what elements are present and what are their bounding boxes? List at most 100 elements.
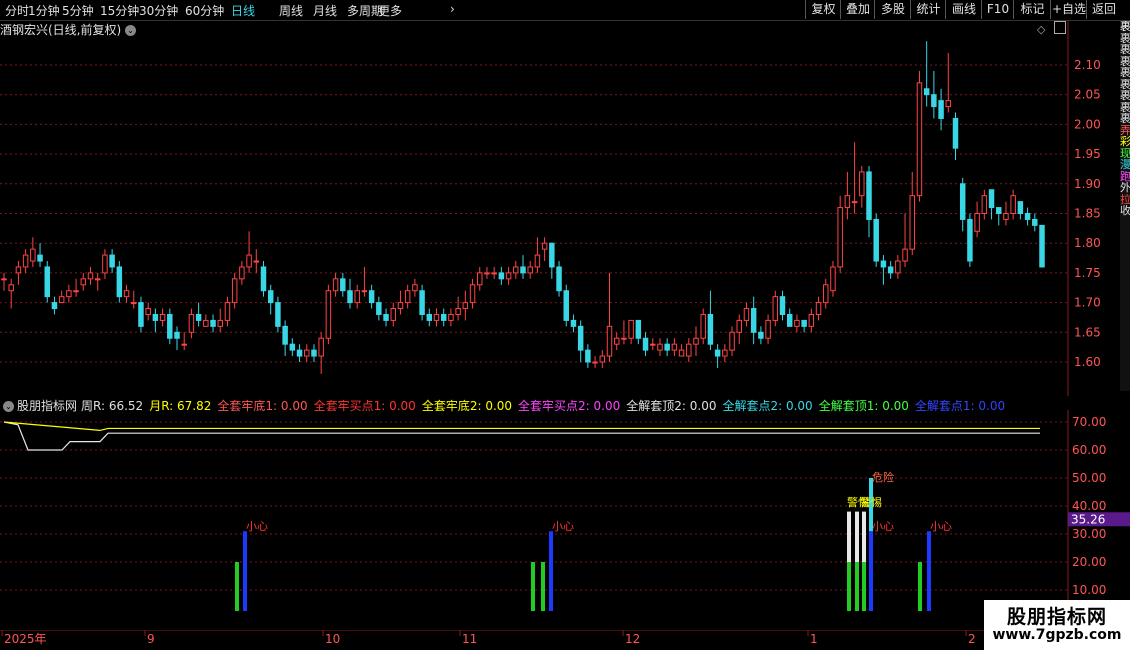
candle-body (830, 266, 836, 292)
period-tab[interactable]: 周线 (279, 2, 303, 19)
price-tick-label: 1.90 (1074, 177, 1101, 191)
date-label: 9 (147, 632, 155, 646)
candle-body (477, 272, 483, 286)
period-tab[interactable]: 15分钟 (100, 2, 139, 19)
candle-body (275, 302, 281, 327)
candle-body (340, 278, 346, 292)
period-tab[interactable]: 月线 (313, 2, 337, 19)
candle-body (916, 82, 923, 197)
candle-body (44, 266, 50, 298)
period-tab[interactable]: 1分钟 (28, 2, 60, 19)
candle-body (354, 290, 360, 304)
candle-body (1032, 218, 1038, 226)
candle-body (73, 290, 79, 293)
toolbar-button[interactable]: 统计 (910, 0, 946, 19)
candle-body (325, 290, 332, 339)
candle-body (959, 183, 966, 220)
candle-body (296, 349, 303, 357)
side-text-char: 裹 (1120, 55, 1130, 67)
candle-body (419, 290, 425, 315)
candle-body (282, 325, 288, 345)
candle-body (246, 254, 252, 268)
period-tab[interactable]: 日线 (231, 2, 255, 19)
candle-body (505, 272, 512, 280)
toolbar-button[interactable]: 标记 (1013, 0, 1051, 19)
toolbar-button[interactable]: 复权 (805, 0, 841, 19)
toolbar-button[interactable]: F10 (981, 0, 1014, 19)
toolbar-button[interactable]: 叠加 (840, 0, 875, 19)
candle-body (376, 302, 382, 315)
candle-body (37, 254, 43, 262)
candle-body (628, 319, 634, 339)
candle-body (621, 337, 627, 340)
candle-body (549, 242, 555, 268)
side-text-char: 裹 (1120, 32, 1130, 44)
price-tick-label: 1.75 (1074, 266, 1101, 280)
chevron-right-icon[interactable]: › (450, 2, 455, 16)
candle-body (707, 313, 714, 345)
candle-body (87, 272, 94, 280)
price-chart[interactable]: 2.10 2.05 2.00 1.95 1.90 1.85 1.80 1.75 1.70 1.65… (0, 21, 1130, 396)
toolbar-button[interactable]: 画线 (945, 0, 982, 19)
side-text-char: 漫 (1120, 159, 1130, 171)
weekly-r-line (3, 421, 1040, 451)
candle-body (361, 290, 368, 293)
candle-body (1, 278, 7, 281)
candle-body (224, 302, 231, 321)
period-tab[interactable]: 分时 (5, 2, 29, 19)
candle-body (239, 266, 245, 280)
candle-body (765, 319, 771, 339)
candle-body (332, 278, 339, 292)
toolbar-button[interactable]: +自选 (1050, 0, 1087, 19)
candle-body (80, 278, 87, 286)
candle-body (231, 278, 238, 304)
candle-body (837, 207, 843, 268)
period-tab[interactable]: 5分钟 (62, 2, 94, 19)
side-text-panel: 裹裹裹裹裹裹裹裹裹弄彩现漫跑外拉收 (1120, 21, 1130, 391)
candle-body (613, 337, 620, 345)
period-tab[interactable]: 更多 (378, 2, 402, 19)
period-tab[interactable]: 30分钟 (139, 2, 178, 19)
candle-body (1010, 195, 1016, 214)
indicator-chart[interactable]: 70.00 60.00 50.00 40.00 30.00 20.00 10.00 35.26… (0, 410, 1130, 630)
candle-body (448, 313, 454, 321)
candle-body (996, 207, 1002, 214)
candle-body (700, 313, 706, 339)
signal-bar (243, 531, 247, 611)
candle-body (736, 319, 742, 333)
side-text-char: 弄 (1120, 124, 1130, 136)
side-text-char: 跑 (1120, 170, 1130, 182)
side-text-char: 裹 (1120, 90, 1130, 102)
candle-body (779, 296, 786, 315)
alert-label: 警惕 (860, 495, 882, 509)
period-tab[interactable]: 60分钟 (185, 2, 224, 19)
signal-bar (869, 531, 873, 611)
side-text-char: 裹 (1120, 78, 1130, 90)
candle-body (102, 254, 108, 274)
candle-body (729, 331, 735, 351)
candle-body (318, 337, 324, 357)
price-tick-label: 1.60 (1074, 355, 1101, 369)
watermark-url: www.7gpzb.com (992, 627, 1122, 643)
monthly-r-line (3, 421, 1040, 432)
signal-bar (855, 562, 859, 611)
candle-body (152, 313, 159, 321)
danger-label: 危险 (872, 470, 894, 484)
toolbar-button[interactable]: 返回 (1086, 0, 1121, 19)
candle-body (289, 343, 296, 351)
price-tick-label: 1.95 (1074, 147, 1101, 161)
candle-body (1024, 213, 1031, 220)
candle-body (188, 313, 195, 333)
toolbar-button[interactable]: 多股 (874, 0, 911, 19)
candle-body (116, 266, 123, 298)
candle-body (498, 272, 505, 280)
candle-body (455, 308, 461, 315)
candle-body (563, 290, 569, 321)
candle-body (880, 260, 887, 268)
candle-body (758, 331, 764, 339)
candle-body (51, 302, 58, 310)
candle-body (1017, 201, 1024, 214)
candle-body (844, 195, 851, 209)
candle-body (426, 313, 433, 321)
candle-body (433, 313, 440, 321)
